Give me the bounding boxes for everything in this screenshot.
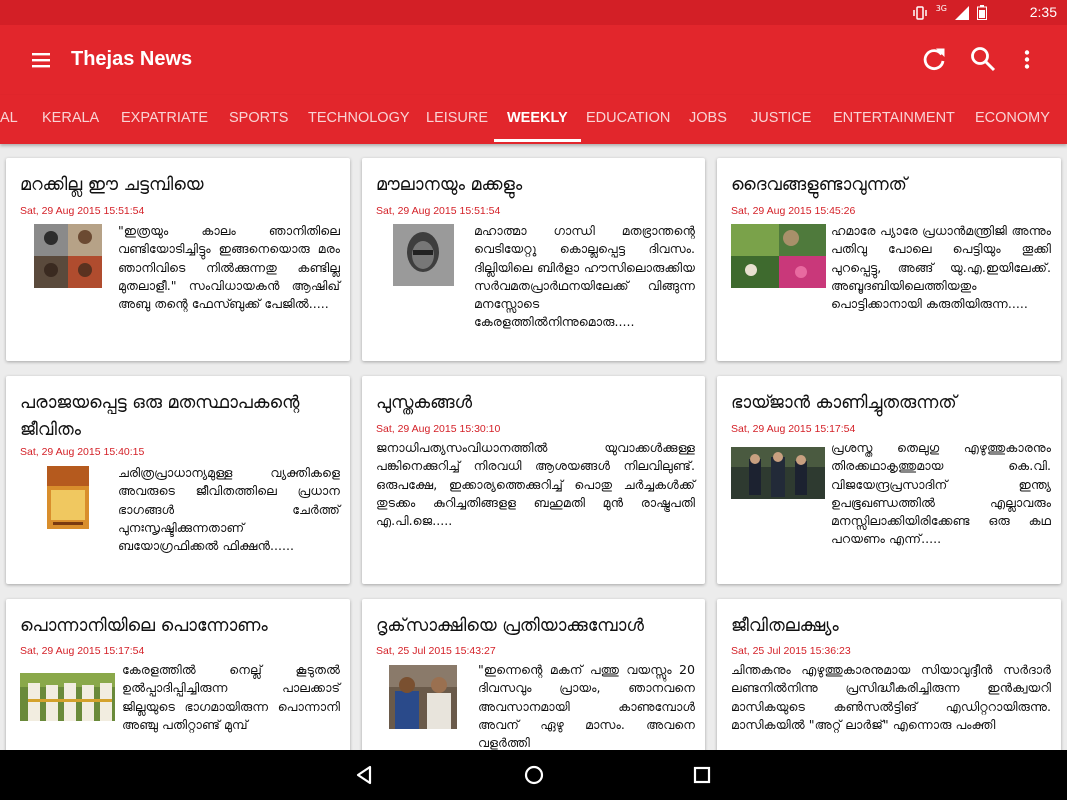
article-thumbnail [389, 665, 457, 729]
tab-justice[interactable]: JUSTICE [751, 95, 811, 144]
article-card[interactable]: മൗലാനയും മക്കളും Sat, 29 Aug 2015 15:51:… [362, 158, 705, 361]
article-excerpt: "ഇന്നെന്റെ മകന് പത്തു വയസ്സും 20 ദിവസവും… [478, 662, 695, 751]
tab-kerala[interactable]: KERALA [42, 95, 99, 144]
article-title: ദൃക്‌സാക്ഷിയെ പ്രതിയാക്കുമ്പോള്‍ [376, 616, 644, 636]
search-icon[interactable] [969, 45, 997, 73]
tab-sports[interactable]: SPORTS [229, 95, 288, 144]
article-thumbnail [393, 224, 454, 286]
article-date: Sat, 29 Aug 2015 15:51:54 [376, 205, 501, 217]
system-nav-bar [0, 750, 1067, 800]
overflow-menu-icon[interactable] [1013, 45, 1041, 73]
article-excerpt: ജനാധിപത്യസംവിധാനത്തില്‍ യുവാക്കള്‍ക്കുള്… [376, 440, 695, 529]
article-title: പരാജയപ്പെട്ട ഒരു മതസ്ഥാപകന്റെ ജീവിതം [20, 393, 300, 440]
article-title: മറക്കില്ല ഈ ചട്ടമ്പിയെ [20, 175, 204, 195]
article-date: Sat, 25 Jul 2015 15:36:23 [731, 645, 851, 657]
article-thumbnail [34, 224, 102, 288]
tab-economy[interactable]: ECONOMY [975, 95, 1050, 144]
article-card[interactable]: മറക്കില്ല ഈ ചട്ടമ്പിയെ Sat, 29 Aug 2015 … [6, 158, 350, 361]
app-title: Thejas News [71, 48, 193, 70]
article-date: Sat, 29 Aug 2015 15:45:26 [731, 205, 856, 217]
article-title: ദൈവങ്ങളുണ്ടാവുന്നത് [731, 175, 907, 195]
article-title: ജീവിതലക്ഷ്യം [731, 616, 839, 636]
status-time: 2:35 [1029, 4, 1057, 20]
article-thumbnail [731, 447, 825, 499]
article-thumbnail [20, 673, 115, 721]
tab-all[interactable]: AL [0, 95, 18, 144]
article-excerpt: ഹമാരേ പ്യാരേ പ്രധാന്‍മന്ത്രിജി അന്നും പത… [831, 223, 1051, 312]
vibrate-icon [912, 5, 927, 20]
article-card[interactable]: പുസ്തകങ്ങള്‍ Sat, 29 Aug 2015 15:30:10 ജ… [362, 376, 705, 584]
menu-icon[interactable] [28, 47, 54, 73]
tab-technology[interactable]: TECHNOLOGY [308, 95, 410, 144]
tab-weekly[interactable]: WEEKLY [494, 95, 581, 144]
article-excerpt: മഹാത്മാ ഗാന്ധി മതഭ്രാന്തന്റെ വെടിയേറ്റു … [474, 223, 695, 330]
tab-entertainment[interactable]: ENTERTAINMENT [833, 95, 955, 144]
app-bar: Thejas News [0, 25, 1067, 95]
article-date: Sat, 25 Jul 2015 15:43:27 [376, 645, 496, 657]
tab-jobs[interactable]: JOBS [689, 95, 727, 144]
back-icon[interactable] [353, 763, 377, 787]
status-icons: 3G [912, 4, 987, 20]
article-title: ഭായ്ജാന്‍ കാണിച്ചുതരുന്നത് [731, 393, 957, 413]
network-type: 3G [935, 4, 947, 13]
signal-icon [955, 5, 969, 20]
status-bar: 3G 2:35 [0, 0, 1067, 25]
article-date: Sat, 29 Aug 2015 15:17:54 [731, 423, 856, 435]
article-card[interactable]: ഭായ്ജാന്‍ കാണിച്ചുതരുന്നത് Sat, 29 Aug 2… [717, 376, 1061, 584]
article-date: Sat, 29 Aug 2015 15:40:15 [20, 446, 145, 458]
refresh-icon[interactable] [920, 45, 948, 73]
home-icon[interactable] [522, 763, 546, 787]
article-excerpt: ചിന്തകനും എഴുത്തുകാരനുമായ സിയാവുദ്ദീന്‍ … [731, 662, 1051, 732]
article-date: Sat, 29 Aug 2015 15:30:10 [376, 423, 501, 435]
article-title: പൊന്നാനിയിലെ പൊന്നോണം [20, 616, 268, 636]
tab-education[interactable]: EDUCATION [586, 95, 670, 144]
article-thumbnail [47, 466, 89, 529]
article-card[interactable]: പരാജയപ്പെട്ട ഒരു മതസ്ഥാപകന്റെ ജീവിതം Sat… [6, 376, 350, 584]
recents-icon[interactable] [690, 763, 714, 787]
article-excerpt: പ്രശസ്ത തെലുഗു എഴുത്തുകാരനും തിരക്കഥാകൃത… [831, 440, 1051, 547]
battery-icon [977, 5, 987, 20]
article-thumbnail [731, 224, 826, 288]
article-card[interactable]: ദൈവങ്ങളുണ്ടാവുന്നത് Sat, 29 Aug 2015 15:… [717, 158, 1061, 361]
article-title: പുസ്തകങ്ങള്‍ [376, 393, 473, 413]
article-title: മൗലാനയും മക്കളും [376, 175, 523, 195]
tab-expatriate[interactable]: EXPATRIATE [121, 95, 208, 144]
article-excerpt: "ഇത്രയും കാലം ഞാനിതിലെ വണ്ടിയോടിച്ചിട്ടു… [118, 223, 340, 312]
category-tabs: AL KERALA EXPATRIATE SPORTS TECHNOLOGY L… [0, 95, 1067, 144]
tab-leisure[interactable]: LEISURE [426, 95, 488, 144]
article-excerpt: കേരളത്തില്‍ നെല്ല് കൂടുതല്‍ ഉല്‍പ്പാദിപ്… [122, 662, 340, 732]
article-excerpt: ചരിത്രപ്രാധാന്യമുള്ള വ്യക്തികളെ അവരുടെ ജ… [118, 465, 340, 554]
article-date: Sat, 29 Aug 2015 15:51:54 [20, 205, 145, 217]
article-date: Sat, 29 Aug 2015 15:17:54 [20, 645, 145, 657]
